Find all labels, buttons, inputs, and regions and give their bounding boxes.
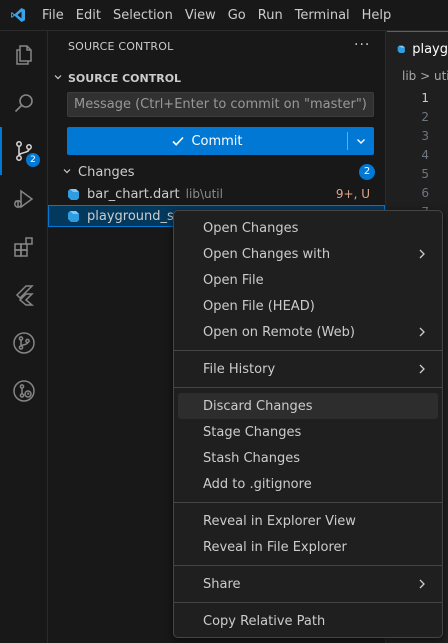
menu-item-open-changes-with[interactable]: Open Changes with [178,241,438,267]
line-number: 2 [421,110,429,124]
menu-item-open-file[interactable]: Open File [178,267,438,293]
git-history-icon[interactable] [0,367,48,415]
line-number: 3 [421,129,429,143]
chevron-right-icon [419,249,425,259]
menu-item-open-changes[interactable]: Open Changes [178,215,438,241]
menu-item-label: Stash Changes [203,450,301,466]
check-icon [172,136,185,146]
activity-bar: 2 [0,31,48,643]
menu-separator [174,602,442,603]
menu-separator [174,387,442,388]
menu-edit[interactable]: Edit [70,0,107,31]
menu-view[interactable]: View [179,0,222,31]
file-path: lib\util [185,187,223,201]
line-number: 5 [421,167,429,181]
chevron-down-icon [357,139,365,144]
chevron-right-icon [419,579,425,589]
source-control-icon[interactable]: 2 [0,127,48,175]
context-menu: Open Changes Open Changes with Open File Op… [173,210,443,638]
menu-item-label: Open Changes [203,220,299,236]
run-debug-icon[interactable] [0,175,48,223]
more-actions-icon[interactable]: ··· [354,37,370,53]
flutter-icon[interactable] [0,271,48,319]
menu-item-label: File History [203,361,276,377]
menu-item-label: Copy Relative Path [203,613,326,629]
menu-item-reveal-in-explorer-view[interactable]: Reveal in Explorer View [178,508,438,534]
menu-item-label: Open on Remote (Web) [203,324,355,340]
section-title: SOURCE CONTROL [68,71,182,85]
menu-item-reveal-in-file-explorer[interactable]: Reveal in File Explorer [178,534,438,560]
file-name: bar_chart.dart [87,186,180,202]
changes-count-badge: 2 [359,164,375,180]
menu-terminal[interactable]: Terminal [289,0,356,31]
editor-tab[interactable]: playg [387,31,448,66]
line-numbers: 1 2 3 4 5 6 7 [409,89,429,222]
commit-main-button[interactable]: Commit [67,134,347,149]
dart-file-icon [68,189,79,200]
menu-item-stage-changes[interactable]: Stage Changes [178,419,438,445]
tab-label: playg [412,41,448,57]
menu-item-share[interactable]: Share [178,571,438,597]
menu-item-label: Share [203,576,241,592]
menu-separator [174,350,442,351]
commit-dropdown-button[interactable] [348,135,374,147]
extensions-icon[interactable] [0,223,48,271]
changes-group-header[interactable]: Changes 2 [48,161,385,183]
chevron-right-icon [419,364,425,374]
menu-item-label: Discard Changes [203,398,313,414]
scm-count-badge: 2 [26,153,40,167]
menu-file[interactable]: File [36,0,70,31]
chevron-down-icon [62,166,78,179]
file-status: 9+, U [335,187,370,201]
menu-selection[interactable]: Selection [107,0,179,31]
menu-help[interactable]: Help [356,0,398,31]
menu-item-label: Reveal in Explorer View [203,513,356,529]
chevron-down-icon [48,72,68,85]
menu-item-label: Open Changes with [203,246,331,262]
source-control-section-header[interactable]: SOURCE CONTROL [48,67,385,89]
menu-item-open-file-head[interactable]: Open File (HEAD) [178,293,438,319]
menu-item-copy-relative-path[interactable]: Copy Relative Path [178,608,438,634]
vscode-logo-icon [0,0,36,31]
menu-item-label: Open File [203,272,264,288]
line-number: 4 [421,148,429,162]
changes-label: Changes [78,164,135,180]
line-number: 6 [421,186,429,200]
git-graph-icon[interactable] [0,319,48,367]
title-bar: File Edit Selection View Go Run Terminal… [0,0,448,31]
sidebar-title: SOURCE CONTROL [68,40,174,53]
menu-item-add-to-gitignore[interactable]: Add to .gitignore [178,471,438,497]
menu-go[interactable]: Go [222,0,252,31]
chevron-right-icon [419,327,425,337]
changed-file-row[interactable]: bar_chart.dart lib\util 9+, U [48,183,385,205]
explorer-icon[interactable] [0,31,48,79]
line-number: 1 [421,91,429,105]
menu-item-file-history[interactable]: File History [178,356,438,382]
menu-item-label: Add to .gitignore [203,476,312,492]
commit-button[interactable]: Commit [67,127,374,155]
search-icon[interactable] [0,79,48,127]
menu-item-open-on-remote-web[interactable]: Open on Remote (Web) [178,319,438,345]
dart-file-icon [68,211,79,222]
menu-item-label: Reveal in File Explorer [203,539,347,555]
commit-label: Commit [191,133,243,149]
dart-file-icon [397,45,405,53]
commit-message-input[interactable]: Message (Ctrl+Enter to commit on "master… [67,92,374,117]
file-name: playground_scr [87,208,187,224]
breadcrumb[interactable]: lib > util [402,69,448,83]
menu-separator [174,502,442,503]
menu-item-discard-changes[interactable]: Discard Changes [178,393,438,419]
menu-run[interactable]: Run [252,0,289,31]
menu-item-label: Stage Changes [203,424,302,440]
menu-separator [174,565,442,566]
menu-item-label: Open File (HEAD) [203,298,315,314]
menu-item-stash-changes[interactable]: Stash Changes [178,445,438,471]
